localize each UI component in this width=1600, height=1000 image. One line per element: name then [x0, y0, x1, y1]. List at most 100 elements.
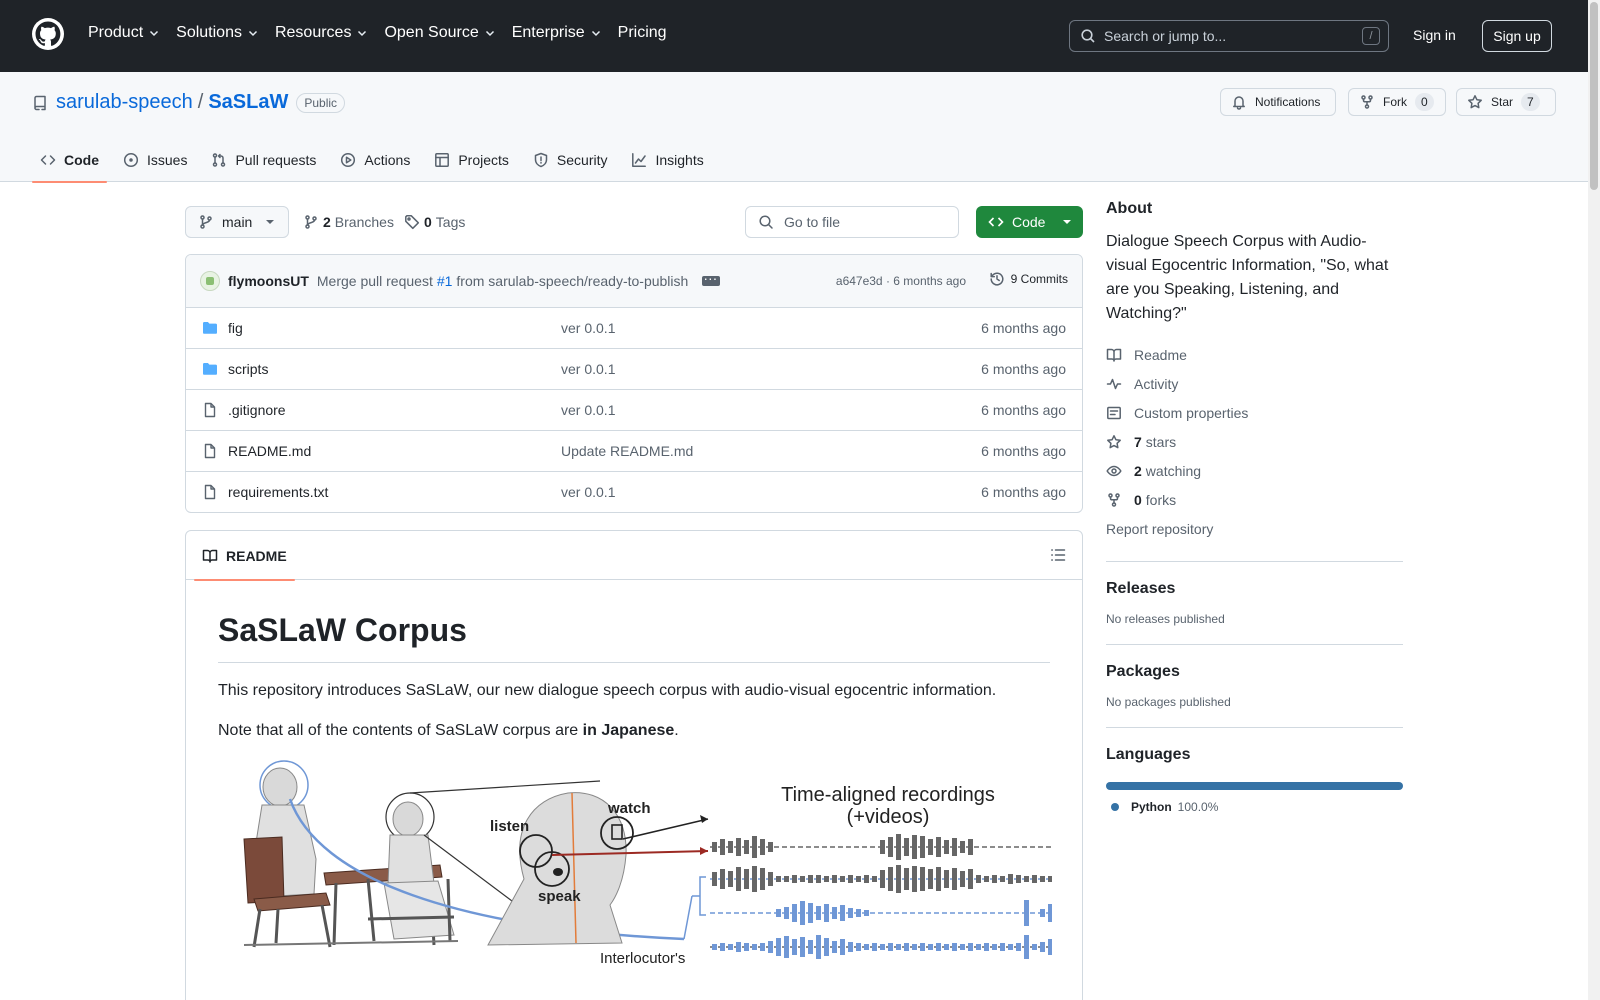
waveform-bar: [920, 867, 925, 891]
readme-body: SaSLaW Corpus This repository introduces…: [186, 580, 1082, 969]
waveform-bar: [936, 943, 941, 951]
repo-name-link[interactable]: SaSLaW: [208, 91, 288, 114]
waveform-bar: [776, 876, 781, 882]
sidebar-link-stars[interactable]: 7 stars: [1106, 427, 1403, 456]
waveform-bar: [1032, 875, 1037, 883]
waveform-bar: [992, 944, 997, 950]
star-button[interactable]: Star 7: [1456, 88, 1556, 116]
figure-label-interlocutor: Interlocutor's: [600, 950, 685, 967]
github-logo-icon[interactable]: [32, 18, 64, 50]
tab-issues[interactable]: Issues: [115, 138, 195, 182]
sidebar-link-watching[interactable]: 2 watching: [1106, 456, 1403, 485]
page-scrollbar[interactable]: [1588, 0, 1600, 1000]
file-row[interactable]: requirements.txt ver 0.0.1 6 months ago: [186, 472, 1082, 512]
packages-empty: No packages published: [1106, 695, 1231, 709]
file-row[interactable]: scripts ver 0.0.1 6 months ago: [186, 349, 1082, 390]
waveform-bar: [1040, 942, 1045, 952]
pull-request-icon: [213, 153, 226, 167]
search-input[interactable]: Search or jump to... /: [1069, 20, 1389, 52]
file-row[interactable]: README.md Update README.md 6 months ago: [186, 431, 1082, 472]
file-commit-message[interactable]: ver 0.0.1: [561, 402, 615, 418]
commit-author[interactable]: flymoonsUT: [228, 273, 309, 289]
nav-enterprise[interactable]: Enterprise: [512, 24, 602, 42]
fork-icon: [1361, 95, 1373, 109]
sign-up-button[interactable]: Sign up: [1482, 20, 1552, 52]
file-name-link[interactable]: README.md: [228, 443, 311, 459]
sign-in-link[interactable]: Sign in: [1413, 27, 1456, 43]
file-name-link[interactable]: scripts: [228, 361, 268, 377]
file-age: 6 months ago: [981, 443, 1066, 459]
sidebar-link-activity[interactable]: Activity: [1106, 369, 1403, 398]
packages-heading[interactable]: Packages: [1106, 663, 1403, 681]
repo-owner-link[interactable]: sarulab-speech: [56, 91, 193, 114]
file-commit-message[interactable]: ver 0.0.1: [561, 484, 615, 500]
file-row[interactable]: fig ver 0.0.1 6 months ago: [186, 308, 1082, 349]
report-repository-link[interactable]: Report repository: [1106, 514, 1403, 543]
file-commit-message[interactable]: ver 0.0.1: [561, 320, 615, 336]
waveform-bar: [904, 943, 909, 951]
tags-link[interactable]: 0 Tags: [404, 214, 465, 230]
file-commit-message[interactable]: ver 0.0.1: [561, 361, 615, 377]
file-commit-message[interactable]: Update README.md: [561, 443, 693, 459]
sidebar-link-forks[interactable]: 0 forks: [1106, 485, 1403, 514]
tab-security[interactable]: Security: [525, 138, 616, 182]
commits-link[interactable]: 9 Commits: [989, 271, 1068, 287]
ellipsis-icon[interactable]: [702, 270, 721, 286]
file-name-link[interactable]: .gitignore: [228, 402, 286, 418]
branch-icon: [305, 215, 317, 229]
figure-title-line2: (+videos): [847, 806, 930, 828]
releases-section: Releases No releases published: [1106, 561, 1403, 626]
waveform-bar: [768, 872, 773, 886]
file-name-link[interactable]: requirements.txt: [228, 484, 328, 500]
language-item[interactable]: Python 100.0%: [1106, 800, 1403, 814]
releases-empty: No releases published: [1106, 612, 1225, 626]
global-header: Product Solutions Resources Open Source …: [0, 0, 1588, 72]
nav-pricing[interactable]: Pricing: [618, 24, 667, 42]
waveform-bar: [896, 834, 901, 860]
languages-heading: Languages: [1106, 746, 1191, 763]
waveform-bar: [888, 867, 893, 891]
fork-button[interactable]: Fork 0: [1348, 88, 1446, 116]
waveform-bar: [960, 871, 965, 887]
waveform-bar: [936, 867, 941, 891]
notifications-button[interactable]: Notifications: [1220, 88, 1336, 116]
repo-sidebar: About Dialogue Speech Corpus with Audio-…: [1106, 200, 1403, 814]
nav-solutions[interactable]: Solutions: [176, 24, 259, 42]
tab-code[interactable]: Code: [32, 138, 107, 183]
releases-heading[interactable]: Releases: [1106, 580, 1403, 598]
file-name-link[interactable]: fig: [228, 320, 243, 336]
nav-product[interactable]: Product: [88, 24, 160, 42]
waveform-bar: [736, 942, 741, 952]
nav-resources[interactable]: Resources: [275, 24, 368, 42]
file-age: 6 months ago: [981, 361, 1066, 377]
avatar[interactable]: [200, 271, 220, 291]
about-description: Dialogue Speech Corpus with Audio-visual…: [1106, 233, 1389, 322]
tab-insights[interactable]: Insights: [623, 138, 711, 182]
branch-select[interactable]: main: [185, 206, 289, 238]
list-icon[interactable]: [1050, 547, 1066, 563]
waveform-bar: [752, 836, 757, 858]
star-count: 7: [1521, 93, 1540, 111]
star-icon: [1468, 95, 1482, 109]
nav-open-source[interactable]: Open Source: [384, 24, 495, 42]
caret-down-icon: [1063, 220, 1071, 224]
readme-tab[interactable]: README: [194, 531, 295, 581]
waveform-bar: [920, 836, 925, 858]
sidebar-link-readme[interactable]: Readme: [1106, 340, 1403, 369]
code-dropdown-button[interactable]: Code: [976, 206, 1083, 238]
scrollbar-thumb[interactable]: [1590, 2, 1598, 190]
waveform-bar: [944, 944, 949, 950]
waveform-bar: [952, 838, 957, 856]
chevron-down-icon: [248, 30, 257, 37]
tab-projects[interactable]: Projects: [426, 138, 517, 182]
branches-link[interactable]: 2 Branches: [303, 214, 394, 230]
folder-icon: [203, 363, 217, 375]
tab-actions[interactable]: Actions: [332, 138, 418, 182]
pull-request-link[interactable]: #1: [437, 273, 453, 289]
commit-meta[interactable]: a647e3d · 6 months ago: [836, 274, 966, 288]
file-row[interactable]: .gitignore ver 0.0.1 6 months ago: [186, 390, 1082, 431]
tab-pull-requests[interactable]: Pull requests: [203, 138, 324, 182]
figure-label-speak: speak: [538, 888, 581, 905]
sidebar-link-custom-properties[interactable]: Custom properties: [1106, 398, 1403, 427]
go-to-file-input[interactable]: Go to file: [745, 206, 959, 238]
